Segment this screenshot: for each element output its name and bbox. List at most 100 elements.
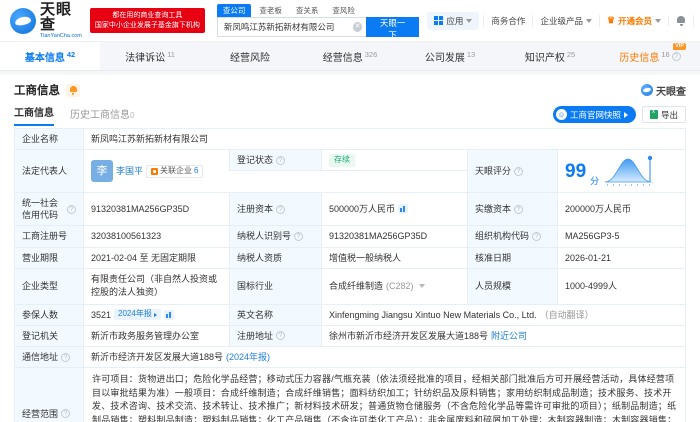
arrow-right-icon (153, 312, 157, 317)
insured-trend-icon[interactable] (163, 309, 174, 320)
tab-operational-risk[interactable]: 经营风险 (200, 42, 300, 70)
section-title: 工商信息 (14, 85, 60, 97)
vip-badge: VIP (673, 43, 686, 50)
uscc-value: 91320381MA256GP35D (83, 193, 229, 226)
search-input[interactable] (216, 17, 368, 37)
help-icon[interactable]: ? (514, 166, 524, 176)
tab-company-development[interactable]: 公司发展 13 (400, 42, 500, 70)
approval-date-label: 核准日期 (467, 247, 557, 268)
score-value[interactable]: 99 分 (557, 150, 685, 193)
reg-capital-label: 注册资本? (229, 193, 321, 226)
legal-rep-value: 李 李国平 关联企业 6 (83, 150, 229, 193)
search-tab-company[interactable]: 查公司 (216, 4, 252, 17)
top-header: 天眼查 TianYanCha.com 都在用的商业查询工具 国家中小企业发展子基… (0, 0, 700, 42)
reg-status-value: 存续 (321, 150, 467, 172)
annual-report-link[interactable]: (2024年报) (226, 351, 270, 363)
taxpayer-id-value: 91320381MA256GP35D (321, 226, 467, 247)
tab-history-info[interactable]: VIP 历史信息 16 ? (600, 42, 700, 70)
excel-icon (649, 109, 658, 119)
table-row: 企业类型 有限责任公司（非自然人投资或控股的法人独资） 国标行业 合成纤维制造(… (15, 268, 685, 305)
status-badge: 存续 (329, 154, 355, 167)
subtab-current-registration[interactable]: 工商信息 (14, 104, 54, 126)
tianyancha-watermark: 天眼查 (641, 83, 686, 98)
tianyancha-logo[interactable]: 天眼查 TianYanCha.com (10, 2, 82, 40)
paid-capital-value: 200000万人民币 (557, 193, 685, 226)
search-tab-boss[interactable]: 查老板 (253, 4, 288, 17)
nearby-companies-link[interactable]: 附近公司 (491, 330, 527, 342)
tab-basic-info[interactable]: 基本信息 42 (0, 42, 100, 70)
staff-size-label: 人员规模 (467, 268, 557, 304)
reg-capital-value: 500000万人民币 (321, 193, 467, 226)
mail-address-value: 新沂市经济开发区发展大道188号 (2024年报) (83, 346, 685, 368)
company-type-label: 企业类型 (15, 268, 83, 304)
uscc-label: 统一社会信用代码? (15, 193, 83, 226)
tab-intellectual-property[interactable]: 知识产权 25 (500, 42, 600, 70)
help-icon[interactable]: ? (532, 231, 542, 241)
table-row: 营业期限 2021-02-04 至 无固定期限 纳税人资质 增值税一般纳税人 核… (15, 247, 685, 269)
help-icon[interactable]: ? (276, 331, 286, 341)
org-code-value: MA256GP3-5 (557, 226, 685, 247)
paid-capital-label: 实缴资本? (467, 193, 557, 226)
table-row: 经营范围? 许可项目：货物进出口；危险化学品经营；移动式压力容器/气瓶充装（依法… (15, 368, 685, 422)
nav-cooperation[interactable]: 商务合作 (483, 14, 532, 27)
taxpayer-quality-label: 纳税人资质 (229, 247, 321, 268)
help-icon[interactable]: ? (67, 204, 76, 214)
reg-status-label: 登记状态? (229, 150, 321, 172)
help-icon[interactable]: ? (276, 204, 286, 214)
capital-history-icon[interactable] (398, 204, 409, 215)
help-icon[interactable]: ? (61, 352, 71, 362)
staff-size-value: 1000-4999人 (557, 268, 685, 304)
reg-no-value: 32038100561323 (83, 226, 229, 247)
nav-apps[interactable]: 应用 (427, 11, 480, 30)
legal-rep-avatar[interactable]: 李 (91, 160, 113, 183)
help-icon[interactable]: ? (514, 204, 524, 214)
legal-rep-label: 法定代表人 (15, 150, 83, 193)
logo-subtitle: TianYanCha.com (40, 32, 82, 39)
company-type-value: 有限责任公司（非自然人投资或控股的法人独资） (83, 268, 229, 304)
search-tab-relation[interactable]: 查关系 (290, 4, 325, 17)
subscribe-bell-button[interactable] (66, 83, 80, 97)
table-row: 登记机关 新沂市政务服务管理办公室 注册地址? 徐州市新沂市经济开发区发展大道1… (15, 325, 685, 347)
tab-legal-proceedings[interactable]: 法律诉讼 11 (100, 42, 200, 70)
notification-bell-icon (676, 15, 686, 26)
approval-date-value: 2026-01-21 (557, 247, 685, 268)
help-icon[interactable]: ? (276, 155, 286, 165)
mail-address-label: 通信地址? (15, 346, 83, 368)
search-tab-risk[interactable]: 查风险 (326, 4, 361, 17)
person-icon: ☺ (555, 109, 567, 120)
business-scope-label: 经营范围? (15, 368, 83, 422)
search-button[interactable]: 天眼一下 (365, 17, 420, 40)
legal-rep-link[interactable]: 李国平 (116, 165, 143, 177)
table-row: 统一社会信用代码? 91320381MA256GP35D 注册资本? 50000… (15, 193, 685, 227)
chevron-down-icon (655, 18, 662, 23)
chevron-down-icon (585, 18, 592, 23)
insured-count-label: 参保人数 (15, 304, 83, 325)
help-icon[interactable]: ? (61, 409, 71, 419)
nav-enterprise-products[interactable]: 企业级产品 (532, 14, 599, 27)
chevron-down-icon[interactable] (418, 284, 425, 289)
tianyancha-logo-icon (641, 84, 653, 96)
annual-report-tag[interactable]: 2024年报 (114, 309, 161, 321)
clear-icon[interactable]: ✕ (353, 22, 362, 32)
nav-notifications[interactable] (668, 15, 693, 26)
tab-business-info[interactable]: 经营信息 326 (300, 42, 400, 70)
score-curve-chart (605, 155, 654, 187)
business-term-value: 2021-02-04 至 无固定期限 (83, 247, 229, 268)
official-snapshot-button[interactable]: ☺ 工商官网快照 (552, 106, 636, 123)
logo-title: 天眼查 (40, 0, 73, 33)
chevron-down-icon (466, 18, 473, 23)
help-icon[interactable]: ? (671, 51, 681, 61)
apps-grid-icon (434, 16, 444, 25)
nav-user-menu[interactable]: 费米 (693, 14, 700, 27)
subtab-history-registration[interactable]: 历史工商信息0 (70, 106, 134, 126)
help-icon[interactable]: ? (294, 231, 304, 241)
registered-address-label: 注册地址? (229, 325, 321, 346)
english-name-value: Xinfengming Jiangsu Xintuo New Materials… (321, 304, 685, 325)
nav-open-vip[interactable]: ♛ 开通会员 (598, 14, 668, 27)
reg-no-label: 工商注册号 (15, 226, 83, 247)
brand-slogan-badge: 都在用的商业查询工具 国家中小企业发展子基金旗下机构 (89, 8, 205, 33)
company-name-label: 企业名称 (15, 129, 83, 150)
crown-icon: ♛ (606, 15, 616, 25)
related-companies-badge[interactable]: 关联企业 6 (146, 164, 204, 178)
export-button[interactable]: 导出 (641, 106, 686, 123)
